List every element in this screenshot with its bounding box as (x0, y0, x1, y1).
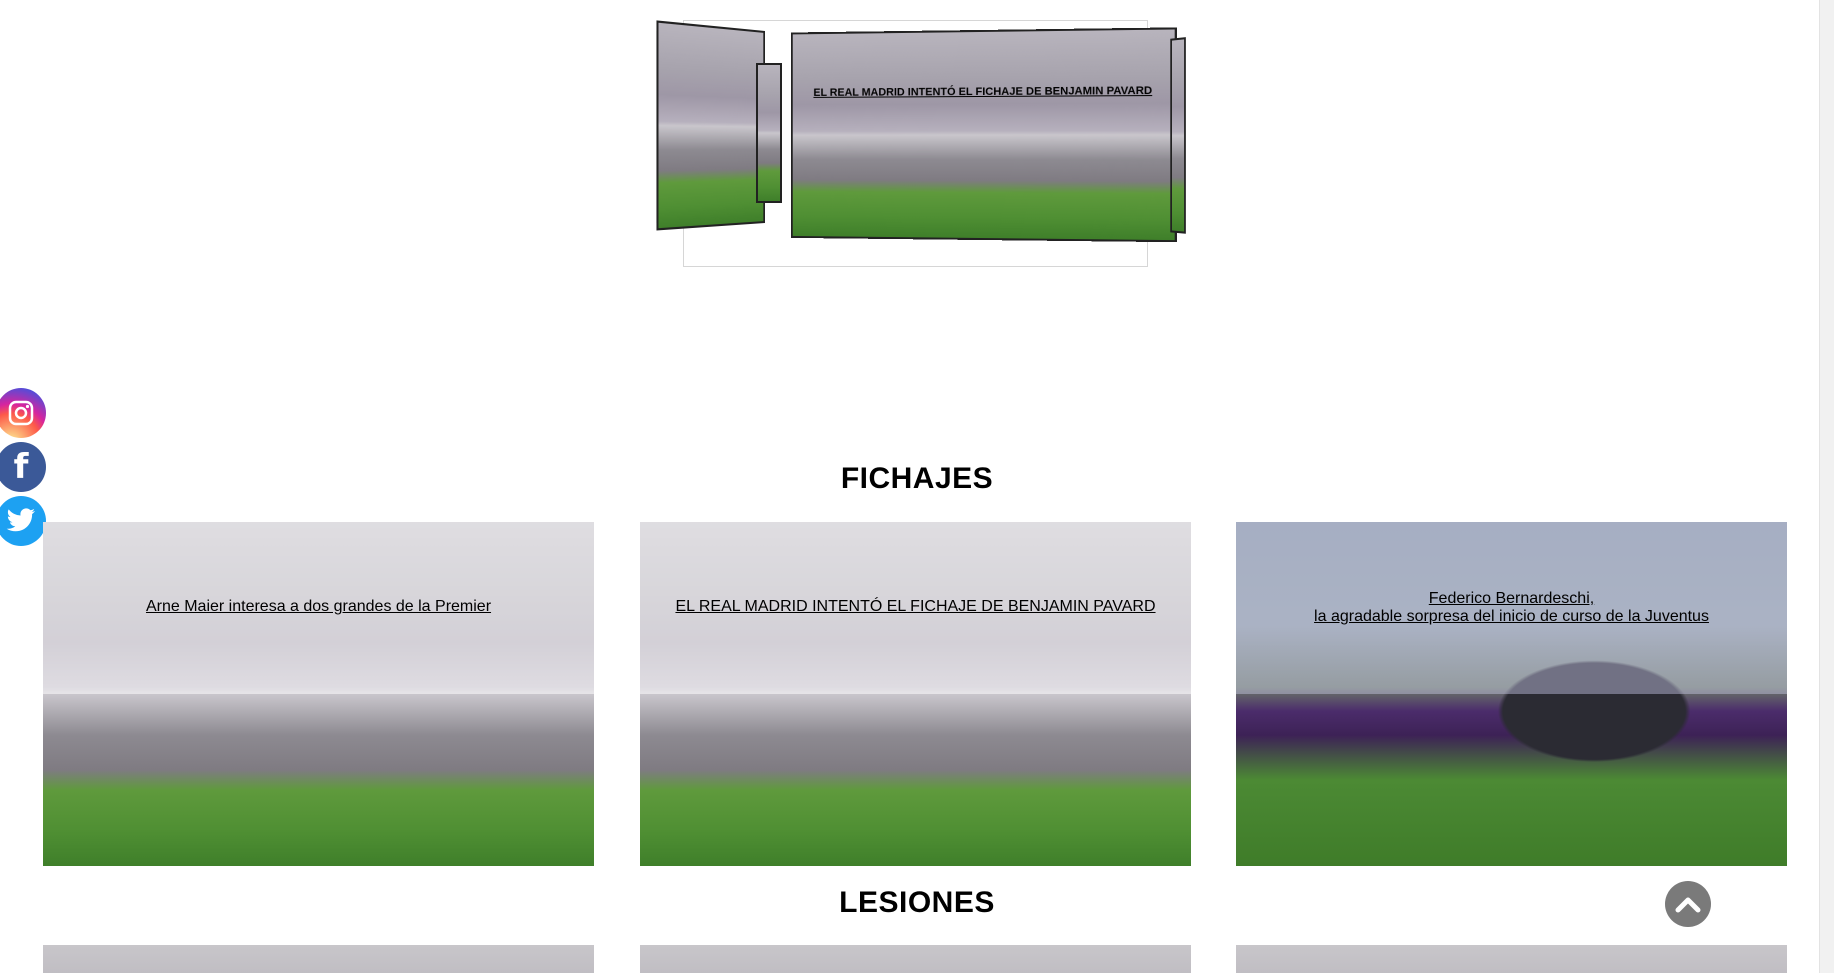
carousel-slide-center[interactable]: EL REAL MADRID INTENTÓ EL FICHAJE DE BEN… (790, 27, 1177, 243)
news-card-link[interactable]: EL REAL MADRID INTENTÓ EL FICHAJE DE BEN… (640, 598, 1191, 616)
page: EL REAL MADRID INTENTÓ EL FICHAJE DE BEN… (0, 0, 1834, 973)
slide-image (792, 29, 1175, 241)
twitter-icon (6, 508, 35, 532)
slide-image (1171, 39, 1185, 232)
caption-line-1: Federico Bernardeschi, (1428, 590, 1595, 607)
scrollbar-thumb[interactable] (1823, 0, 1831, 973)
carousel-slide-left[interactable] (656, 20, 765, 231)
news-card[interactable]: EL REAL MADRID INTENTÓ EL FICHAJE DE BEN… (640, 522, 1191, 866)
news-card[interactable]: Arne Maier interesa a dos grandes de la … (43, 522, 594, 866)
carousel-slide-left-back[interactable] (756, 63, 782, 203)
chevron-up-icon (1675, 897, 1701, 913)
news-carousel[interactable]: EL REAL MADRID INTENTÓ EL FICHAJE DE BEN… (656, 20, 1186, 267)
carousel-slide-title[interactable]: EL REAL MADRID INTENTÓ EL FICHAJE DE BEN… (793, 85, 1175, 99)
news-card-link[interactable]: Federico Bernardeschi, la agradable sorp… (1236, 590, 1787, 626)
news-card[interactable]: Federico Bernardeschi, la agradable sorp… (1236, 522, 1787, 866)
section-title-lesiones: LESIONES (839, 886, 995, 919)
news-card-link[interactable]: Arne Maier interesa a dos grandes de la … (43, 598, 594, 616)
page-scrollbar[interactable] (1819, 0, 1834, 973)
instagram-icon (8, 400, 34, 426)
slide-image (758, 65, 780, 201)
news-card[interactable] (43, 945, 594, 973)
section-title-fichajes: FICHAJES (840, 462, 994, 495)
back-to-top-button[interactable] (1665, 881, 1711, 927)
instagram-button[interactable] (0, 388, 46, 438)
news-card[interactable] (640, 945, 1191, 973)
slide-image (658, 22, 764, 229)
news-card[interactable] (1236, 945, 1787, 973)
twitter-button[interactable] (0, 496, 46, 546)
caption-line-2: la agradable sorpresa del inicio de curs… (1314, 608, 1709, 625)
carousel-slide-right[interactable] (1170, 37, 1186, 234)
